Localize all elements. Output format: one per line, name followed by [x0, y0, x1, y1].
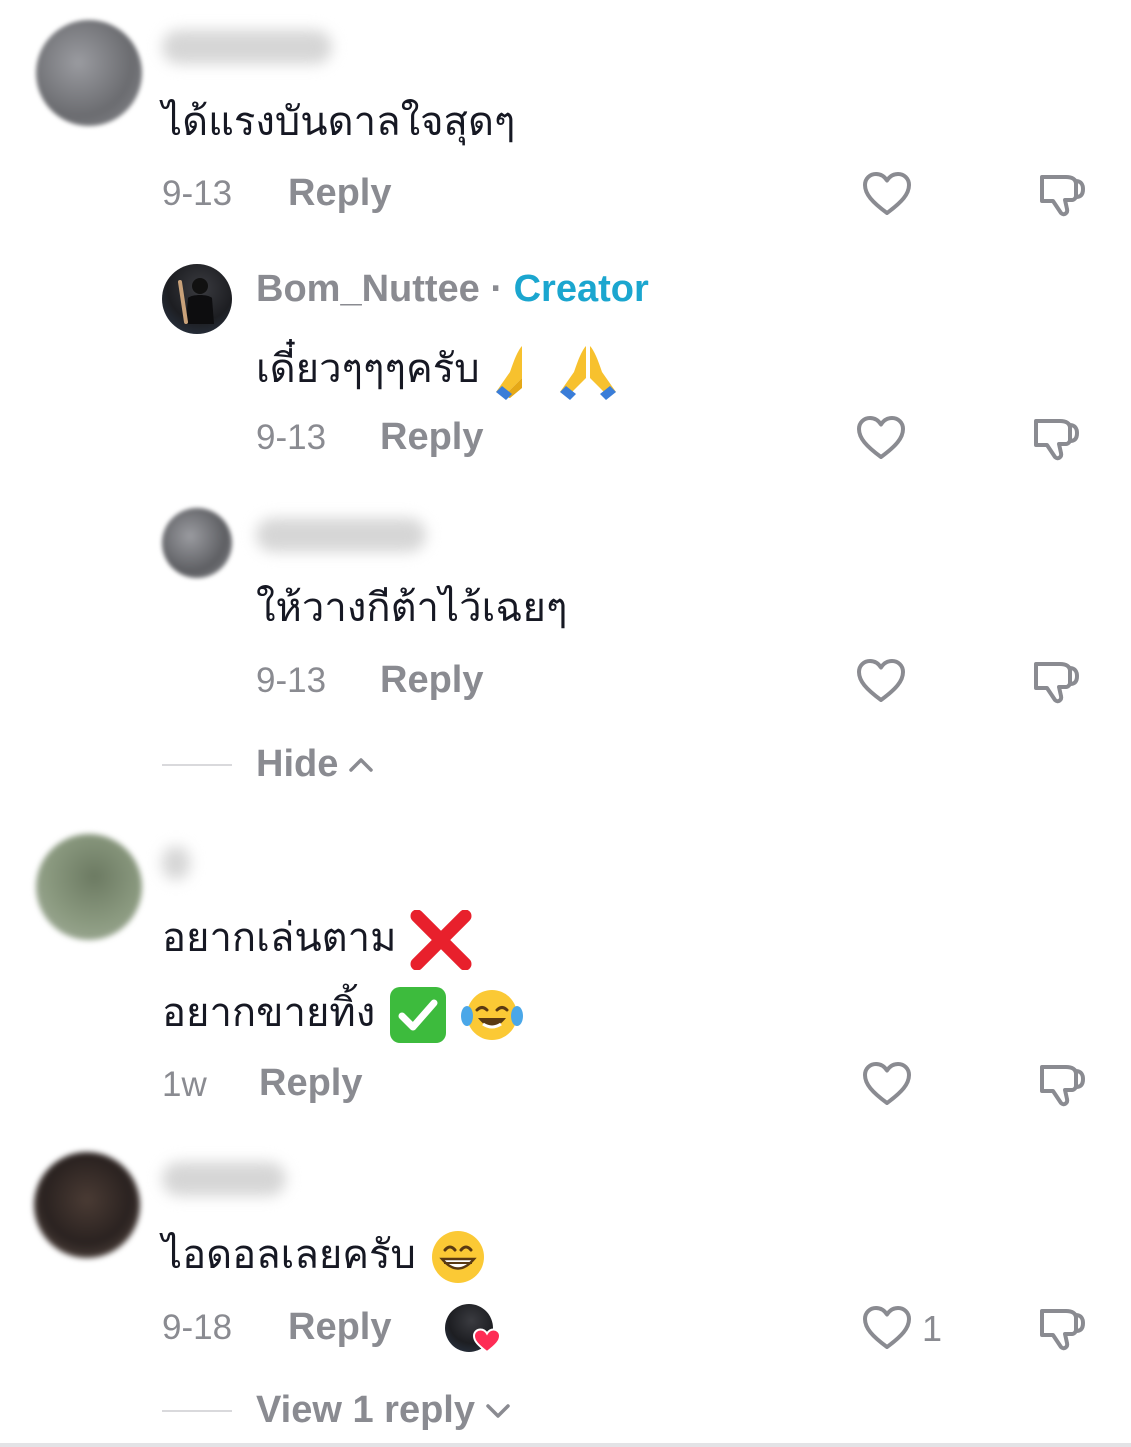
check-mark-button-emoji [390, 987, 446, 1043]
thumbs-down-icon [1040, 175, 1086, 217]
thumbs-down-icon [1040, 1065, 1086, 1107]
comment-text: เดี๋ยวๆๆๆครับ [256, 342, 620, 400]
username-text: Bom_Nuttee [256, 268, 480, 310]
comment-text: ให้วางกีต้าไว้เฉยๆ [256, 585, 568, 631]
heart-icon [857, 659, 905, 702]
commenter-username-blurred[interactable] [256, 518, 426, 552]
comment-date: 9-13 [256, 661, 327, 700]
thumbs-down-icon [1034, 662, 1080, 704]
thread-divider-line [162, 764, 232, 766]
comment-date: 1w [162, 1065, 207, 1104]
heart-badge-icon [473, 1328, 501, 1354]
folded-hands-emoji [560, 346, 617, 400]
like-button[interactable] [853, 410, 909, 466]
view-replies-label: View 1 reply [256, 1389, 475, 1431]
chevron-down-icon [486, 1403, 510, 1418]
cross-mark-emoji [410, 910, 472, 970]
comment-text-line1: อยากเล่นตาม [162, 910, 473, 970]
bottom-divider [0, 1443, 1131, 1447]
commenter-username-blurred[interactable] [162, 846, 190, 880]
thumbs-down-icon [1034, 419, 1080, 461]
like-count: 1 [922, 1308, 943, 1349]
creator-avatar[interactable] [162, 264, 232, 334]
like-button[interactable] [859, 1056, 915, 1112]
reply-button[interactable]: Reply [288, 172, 391, 215]
creator-badge: Creator [513, 268, 649, 310]
reply-button[interactable]: Reply [288, 1306, 391, 1349]
hide-replies-button[interactable]: Hide [256, 743, 374, 786]
thumbs-down-icon [1040, 1309, 1086, 1351]
comment-text-content: อยากเล่นตาม [162, 915, 397, 961]
heart-icon [863, 1062, 911, 1105]
reply-button[interactable]: Reply [380, 416, 483, 459]
reply-button[interactable]: Reply [380, 659, 483, 702]
comment-text-content: เดี๋ยวๆๆๆครับ [256, 346, 480, 392]
beaming-face-emoji [431, 1231, 484, 1283]
like-button[interactable] [859, 166, 915, 222]
folded-hands-emoji [496, 346, 523, 400]
dislike-button[interactable] [1033, 1056, 1089, 1112]
commenter-avatar[interactable] [36, 834, 142, 940]
comment-date: 9-13 [162, 174, 233, 213]
creator-username[interactable]: Bom_Nuttee · Creator [256, 268, 649, 311]
dislike-button[interactable] [1033, 1300, 1089, 1356]
commenter-avatar[interactable] [36, 20, 142, 126]
heart-icon [863, 172, 911, 215]
comment-date: 9-13 [256, 418, 327, 457]
comment-text-content: ไอดอลเลยครับ [162, 1232, 416, 1278]
commenter-avatar[interactable] [162, 508, 232, 578]
separator-dot: · [479, 268, 514, 310]
comment-text: ไอดอลเลยครับ [162, 1228, 487, 1286]
comment-date: 9-18 [162, 1308, 233, 1347]
view-replies-button[interactable]: View 1 reply [256, 1389, 511, 1432]
like-button[interactable] [853, 653, 909, 709]
commenter-username-blurred[interactable] [162, 1162, 286, 1196]
dislike-button[interactable] [1027, 653, 1083, 709]
hide-label: Hide [256, 743, 339, 785]
comment-text-line2: อยากขายทิ้ง [162, 985, 523, 1045]
commenter-avatar[interactable] [34, 1152, 140, 1258]
comment-text-content: อยากขายทิ้ง [162, 990, 376, 1036]
creator-liked-avatar [445, 1304, 501, 1354]
like-button[interactable] [859, 1300, 915, 1356]
person-with-guitar-icon [178, 278, 214, 324]
reply-button[interactable]: Reply [259, 1062, 362, 1105]
dislike-button[interactable] [1033, 166, 1089, 222]
heart-icon [857, 416, 905, 459]
thread-divider-line [162, 1410, 232, 1412]
tears-of-joy-emoji [460, 990, 523, 1040]
heart-icon [863, 1306, 911, 1349]
chevron-up-icon [349, 757, 374, 772]
comment-text: ได้แรงบันดาลใจสุดๆ [162, 99, 516, 145]
commenter-username-blurred[interactable] [162, 30, 332, 64]
dislike-button[interactable] [1027, 410, 1083, 466]
